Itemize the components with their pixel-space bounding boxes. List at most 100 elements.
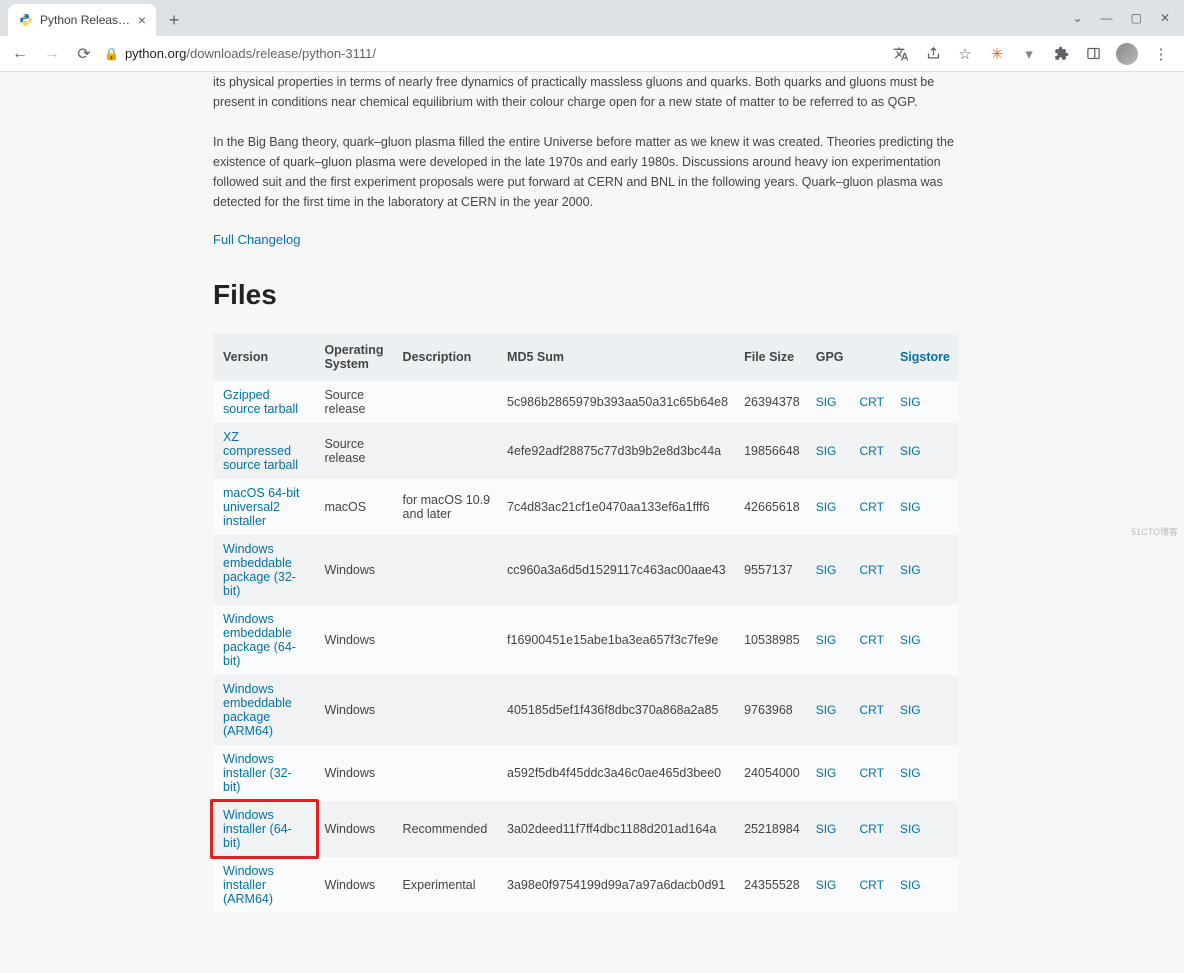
download-link[interactable]: Windows embeddable package (64-bit) xyxy=(223,612,296,668)
table-row: Windows embeddable package (64-bit)Windo… xyxy=(213,605,958,675)
back-button[interactable]: ← xyxy=(8,45,32,63)
download-link[interactable]: XZ compressed source tarball xyxy=(223,430,298,472)
download-link[interactable]: Windows installer (ARM64) xyxy=(223,864,274,906)
crt-link[interactable]: CRT xyxy=(860,563,884,577)
download-link[interactable]: Gzipped source tarball xyxy=(223,388,298,416)
table-header-row: Version Operating System Description MD5… xyxy=(213,333,958,381)
cell-md5: 4efe92adf28875c77d3b9b2e8d3bc44a xyxy=(499,423,736,479)
share-icon[interactable] xyxy=(924,45,942,63)
extension-v-icon[interactable]: ▾ xyxy=(1020,45,1038,63)
sig-link[interactable]: SIG xyxy=(816,500,837,514)
cell-desc xyxy=(395,675,499,745)
table-row: XZ compressed source tarball Source relea… xyxy=(213,423,958,479)
address-bar: ← → ⟳ 🔒 python.org/downloads/release/pyt… xyxy=(0,36,1184,72)
toolbar-icons: ☆ ✳ ▾ ⋮ xyxy=(892,43,1176,65)
sig-link[interactable]: SIG xyxy=(816,822,837,836)
browser-tab-strip: Python Release Python 3.11.1 × + ⌄ — ▢ ✕ xyxy=(0,0,1184,36)
sig-link[interactable]: SIG xyxy=(816,878,837,892)
sigstore-link[interactable]: SIG xyxy=(900,822,921,836)
table-row: Windows embeddable package (32-bit)Windo… xyxy=(213,535,958,605)
crt-link[interactable]: CRT xyxy=(860,633,884,647)
sig-link[interactable]: SIG xyxy=(816,563,837,577)
download-link[interactable]: macOS 64-bit universal2 installer xyxy=(223,486,299,528)
download-link[interactable]: Windows embeddable package (ARM64) xyxy=(223,682,292,738)
crt-link[interactable]: CRT xyxy=(860,766,884,780)
sig-link[interactable]: SIG xyxy=(816,444,837,458)
avatar[interactable] xyxy=(1116,43,1138,65)
cell-md5: 405185d5ef1f436f8dbc370a868a2a85 xyxy=(499,675,736,745)
extensions-icon[interactable] xyxy=(1052,45,1070,63)
maximize-icon[interactable]: ▢ xyxy=(1131,11,1142,25)
menu-icon[interactable]: ⋮ xyxy=(1152,45,1170,63)
chevron-down-icon[interactable]: ⌄ xyxy=(1073,11,1083,25)
cell-os: Windows xyxy=(316,745,394,801)
url-host: python.org xyxy=(125,46,186,61)
sigstore-link[interactable]: SIG xyxy=(900,878,921,892)
crt-link[interactable]: CRT xyxy=(860,444,884,458)
url-path: /downloads/release/python-3111/ xyxy=(186,46,376,61)
sigstore-link[interactable]: SIG xyxy=(900,563,921,577)
cell-desc xyxy=(395,605,499,675)
sigstore-link[interactable]: SIG xyxy=(900,444,921,458)
extension-orange-icon[interactable]: ✳ xyxy=(988,45,1006,63)
cell-desc xyxy=(395,535,499,605)
sig-link[interactable]: SIG xyxy=(816,395,837,409)
download-link[interactable]: Windows installer (64-bit) xyxy=(223,808,292,850)
cell-os: Source release xyxy=(316,381,394,423)
cell-size: 26394378 xyxy=(736,381,808,423)
close-window-icon[interactable]: ✕ xyxy=(1160,11,1170,25)
new-tab-button[interactable]: + xyxy=(160,6,188,34)
table-row: Windows installer (ARM64)WindowsExperime… xyxy=(213,857,958,913)
cell-md5: f16900451e15abe1ba3ea657f3c7fe9e xyxy=(499,605,736,675)
cell-md5: 5c986b2865979b393aa50a31c65b64e8 xyxy=(499,381,736,423)
sig-link[interactable]: SIG xyxy=(816,633,837,647)
translate-icon[interactable] xyxy=(892,45,910,63)
cell-size: 42665618 xyxy=(736,479,808,535)
cell-os: Windows xyxy=(316,801,394,857)
content-paragraph-1: its physical properties in terms of near… xyxy=(213,72,958,112)
cell-os: Windows xyxy=(316,675,394,745)
download-link[interactable]: Windows installer (32-bit) xyxy=(223,752,292,794)
cell-md5: 7c4d83ac21cf1e0470aa133ef6a1fff6 xyxy=(499,479,736,535)
cell-os: Windows xyxy=(316,857,394,913)
cell-md5: 3a02deed11f7ff4dbc1188d201ad164a xyxy=(499,801,736,857)
star-icon[interactable]: ☆ xyxy=(956,45,974,63)
watermark: 51CTO博客 xyxy=(1131,525,1178,538)
sigstore-link[interactable]: SIG xyxy=(900,766,921,780)
table-row: Gzipped source tarball Source release 5c98… xyxy=(213,381,958,423)
cell-desc xyxy=(395,423,499,479)
table-row: Windows embeddable package (ARM64) Window… xyxy=(213,675,958,745)
sigstore-link[interactable]: SIG xyxy=(900,633,921,647)
close-icon[interactable]: × xyxy=(138,12,146,28)
sigstore-link[interactable]: SIG xyxy=(900,395,921,409)
reload-button[interactable]: ⟳ xyxy=(72,44,96,64)
sigstore-link[interactable]: SIG xyxy=(900,703,921,717)
crt-link[interactable]: CRT xyxy=(860,878,884,892)
crt-link[interactable]: CRT xyxy=(860,703,884,717)
forward-button: → xyxy=(40,45,64,63)
cell-os: Source release xyxy=(316,423,394,479)
minimize-icon[interactable]: — xyxy=(1101,11,1113,25)
sigstore-link[interactable]: SIG xyxy=(900,500,921,514)
crt-link[interactable]: CRT xyxy=(860,822,884,836)
cell-size: 24054000 xyxy=(736,745,808,801)
th-version: Version xyxy=(213,333,316,381)
browser-tab-active[interactable]: Python Release Python 3.11.1 × xyxy=(8,4,156,36)
download-link[interactable]: Windows embeddable package (32-bit) xyxy=(223,542,296,598)
sig-link[interactable]: SIG xyxy=(816,766,837,780)
sig-link[interactable]: SIG xyxy=(816,703,837,717)
crt-link[interactable]: CRT xyxy=(860,500,884,514)
url-field[interactable]: 🔒 python.org/downloads/release/python-31… xyxy=(104,46,884,61)
th-sigstore: Sigstore xyxy=(892,333,958,381)
th-gpg: GPG xyxy=(808,333,852,381)
cell-os: macOS xyxy=(316,479,394,535)
cell-md5: cc960a3a6d5d1529117c463ac00aae43 xyxy=(499,535,736,605)
th-sig xyxy=(852,333,892,381)
cell-size: 9557137 xyxy=(736,535,808,605)
table-row: Windows installer (64-bit)WindowsRecomme… xyxy=(213,801,958,857)
files-heading: Files xyxy=(213,279,958,311)
crt-link[interactable]: CRT xyxy=(860,395,884,409)
cell-size: 19856648 xyxy=(736,423,808,479)
side-panel-icon[interactable] xyxy=(1084,45,1102,63)
full-changelog-link[interactable]: Full Changelog xyxy=(213,232,300,247)
